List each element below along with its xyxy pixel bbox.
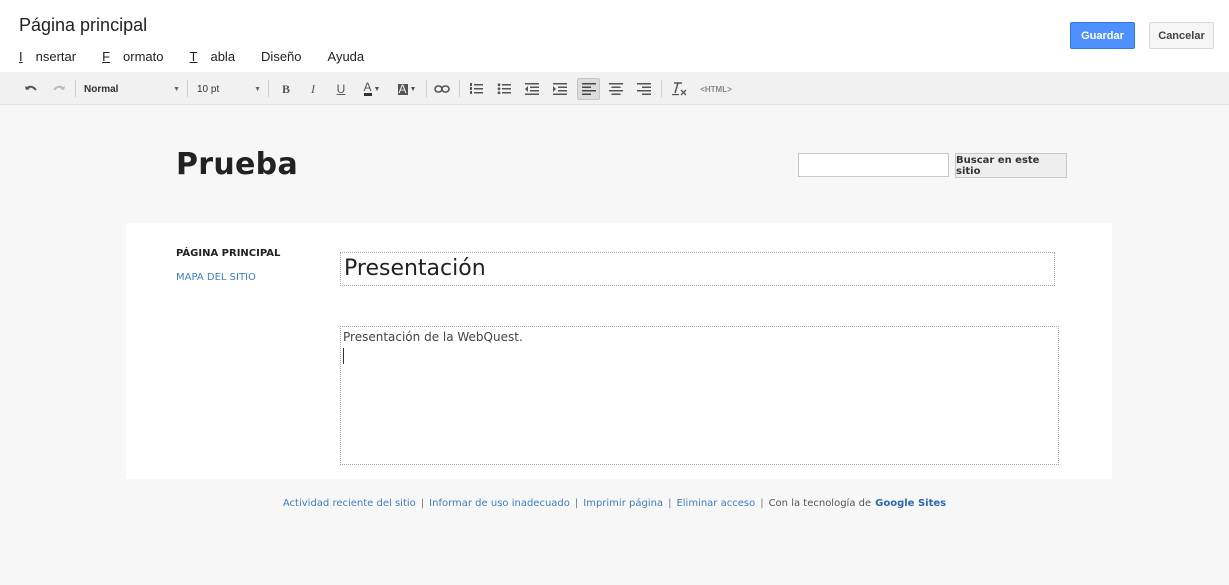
bold-icon[interactable]: B [276,78,296,100]
underline-icon[interactable]: U [331,78,351,100]
menu-tabla[interactable]: Tabla [190,49,249,64]
toolbar-separator [187,80,188,97]
align-right-icon[interactable] [634,78,654,100]
align-left-icon[interactable] [577,78,600,100]
page-heading-text: Presentación [344,256,486,281]
save-button[interactable]: Guardar [1070,22,1135,49]
style-dropdown-value: Normal [84,83,119,95]
editor-window: Página principal Insertar Formato Tabla … [0,0,1229,585]
decrease-indent-icon[interactable] [522,78,542,100]
chevron-down-icon: ▼ [173,85,180,93]
footer-link-print-page[interactable]: Imprimir página [583,498,663,509]
search-button[interactable]: Buscar en este sitio [955,153,1067,178]
redo-icon[interactable] [48,78,70,100]
toolbar-separator [459,80,460,97]
numbered-list-icon[interactable] [466,78,486,100]
style-dropdown[interactable]: Normal ▼ [84,78,180,100]
italic-icon[interactable]: I [303,78,323,100]
align-center-icon[interactable] [606,78,626,100]
format-toolbar: Normal ▼ 10 pt ▼ B I U A ▼ A ▼ <HTML> [0,72,1229,105]
toolbar-separator [661,80,662,97]
toolbar-separator [426,80,427,97]
highlight-color-icon[interactable]: A ▼ [395,78,419,100]
editor-header: Página principal Insertar Formato Tabla … [0,0,1229,72]
footer-link-remove-access[interactable]: Eliminar acceso [676,498,755,509]
site-title: Prueba [176,147,299,182]
page-heading-field[interactable]: Presentación [340,252,1055,286]
menu-bar: Insertar Formato Tabla Diseño Ayuda [19,49,390,64]
increase-indent-icon[interactable] [550,78,570,100]
font-size-dropdown[interactable]: 10 pt ▼ [197,78,261,100]
link-icon[interactable] [432,78,452,100]
font-size-value: 10 pt [197,83,220,95]
undo-icon[interactable] [20,78,42,100]
page-title: Página principal [19,15,148,35]
footer-powered-by: Con la tecnología de [768,498,872,509]
footer-divider: | [668,498,672,509]
text-cursor [343,348,344,364]
search-input[interactable] [798,153,949,177]
sidebar-item-sitemap[interactable]: MAPA DEL SITIO [176,272,256,283]
footer-divider: | [760,498,764,509]
footer-google-sites-link[interactable]: Google Sites [875,498,946,509]
clear-formatting-icon[interactable] [668,78,690,100]
bulleted-list-icon[interactable] [494,78,514,100]
page-body-text: Presentación de la WebQuest. [343,330,523,344]
html-source-button[interactable]: <HTML> [697,78,735,100]
toolbar-separator [268,80,269,97]
highlight-color-letter: A [397,81,408,96]
toolbar-separator [75,80,76,97]
menu-ayuda[interactable]: Ayuda [328,49,378,64]
footer-link-report-abuse[interactable]: Informar de uso inadecuado [429,498,570,509]
footer-divider: | [420,498,425,509]
footer-divider: | [574,498,579,509]
menu-insertar[interactable]: Insertar [19,49,89,64]
footer-link-recent-activity[interactable]: Actividad reciente del sitio [283,498,416,509]
text-color-icon[interactable]: A ▼ [360,78,384,100]
page-body-editor[interactable]: Presentación de la WebQuest. [340,326,1059,465]
text-color-letter: A [363,80,372,96]
menu-formato[interactable]: Formato [102,49,176,64]
chevron-down-icon: ▼ [254,85,261,93]
site-footer: Actividad reciente del sitio | Informar de… [0,498,1229,509]
menu-diseno[interactable]: Diseño [261,49,314,64]
sidebar-item-home[interactable]: PÁGINA PRINCIPAL [176,248,280,259]
cancel-button[interactable]: Cancelar [1149,22,1214,49]
